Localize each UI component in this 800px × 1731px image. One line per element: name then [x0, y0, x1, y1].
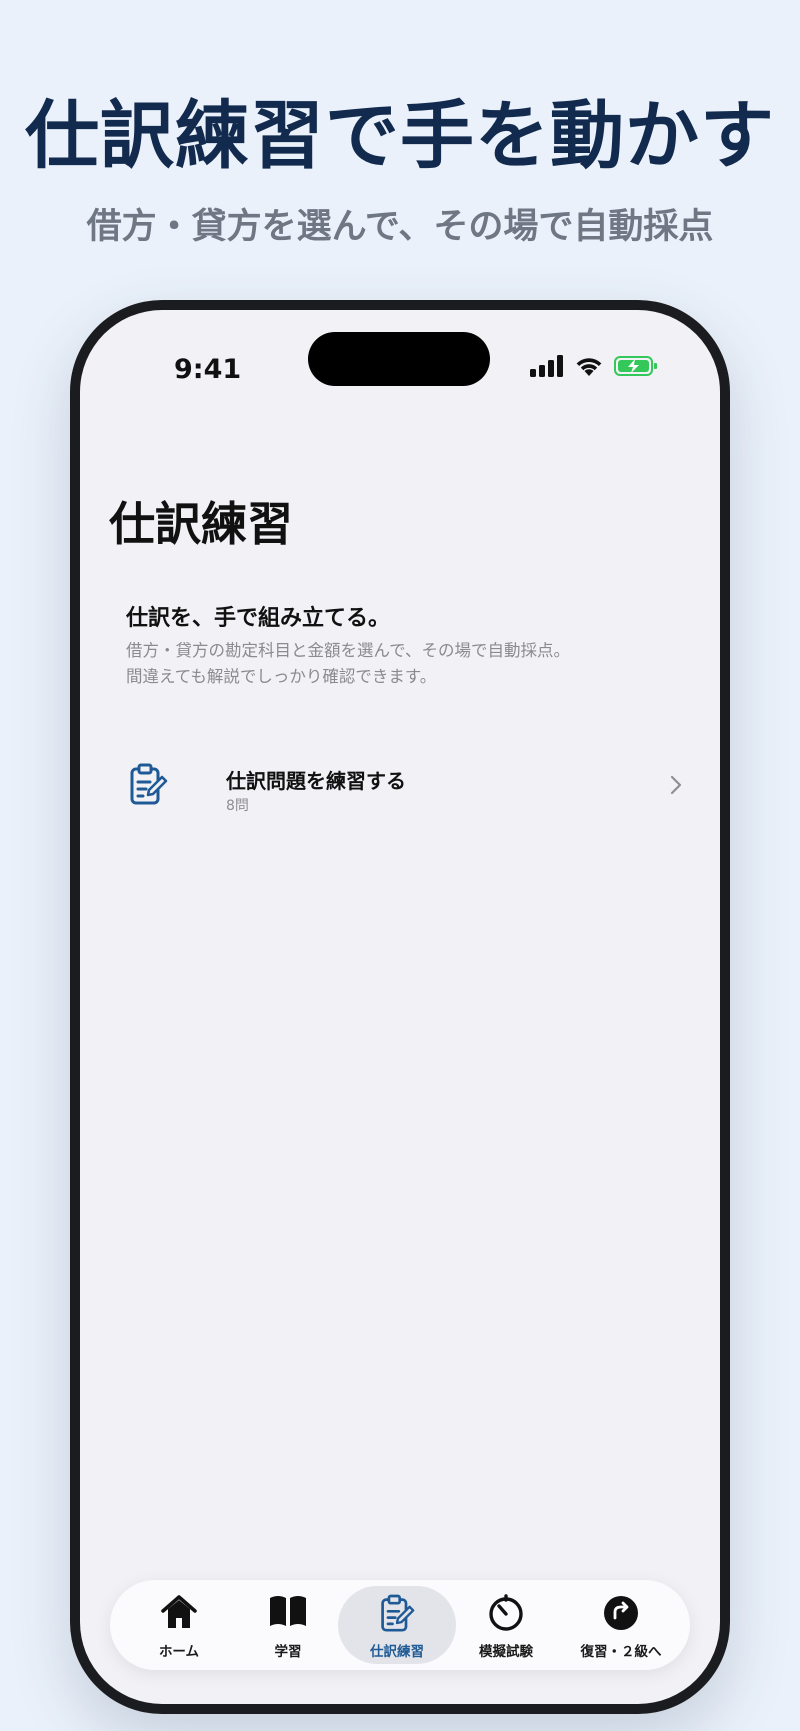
timer-icon [489, 1594, 523, 1631]
page-title: 仕訳練習 [109, 497, 293, 551]
tab-bar: ホーム 学習 仕訳練習 模擬試験 復習・２級へ [110, 1580, 690, 1670]
tab-label: 仕訳練習 [370, 1644, 424, 1660]
intro-description-line: 間違えても解説でしっかり確認できます。 [126, 667, 437, 686]
wifi-icon [576, 358, 602, 376]
battery-charging-icon [614, 356, 657, 376]
tab-home[interactable]: ホーム [120, 1586, 238, 1664]
practice-journal-entries-row[interactable]: 仕訳問題を練習する 8問 [118, 745, 698, 825]
status-icons [530, 355, 658, 377]
practice-row-count: 8問 [226, 798, 249, 814]
arrow-up-circle-icon [604, 1596, 638, 1630]
tab-label: ホーム [158, 1644, 200, 1660]
dynamic-island [308, 332, 490, 386]
tab-label: 模擬試験 [479, 1644, 533, 1660]
house-icon [161, 1595, 197, 1628]
promo-subline: 借方・貸方を選んで、その場で自動採点 [86, 207, 714, 247]
phone-screen: 9:41 仕訳練習 仕訳を、手で組み立てる。 借方・貸方の勘定科目と金額を選んで… [80, 310, 720, 1704]
tab-review-next-level[interactable]: 復習・２級へ [562, 1586, 680, 1664]
tab-label: 復習・２級へ [580, 1644, 662, 1660]
phone-frame: 9:41 仕訳練習 仕訳を、手で組み立てる。 借方・貸方の勘定科目と金額を選んで… [70, 300, 730, 1714]
tab-study[interactable]: 学習 [229, 1586, 347, 1664]
cellular-signal-icon [530, 355, 563, 377]
chevron-right-icon [670, 775, 682, 795]
intro-description: 借方・貸方の勘定科目と金額を選んで、その場で自動採点。 間違えても解説でしっかり… [126, 638, 646, 690]
clipboard-pencil-icon [130, 763, 168, 805]
promo-headline: 仕訳練習で手を動かす [25, 93, 775, 179]
status-time: 9:41 [174, 354, 242, 385]
book-icon [270, 1596, 306, 1626]
tab-mock-exam[interactable]: 模擬試験 [447, 1586, 565, 1664]
clipboard-pencil-icon [381, 1594, 415, 1632]
tab-label: 学習 [274, 1644, 302, 1660]
practice-row-title: 仕訳問題を練習する [226, 769, 406, 793]
intro-title: 仕訳を、手で組み立てる。 [126, 606, 391, 631]
tab-journal-practice[interactable]: 仕訳練習 [338, 1586, 456, 1664]
intro-description-line: 借方・貸方の勘定科目と金額を選んで、その場で自動採点。 [126, 641, 571, 660]
